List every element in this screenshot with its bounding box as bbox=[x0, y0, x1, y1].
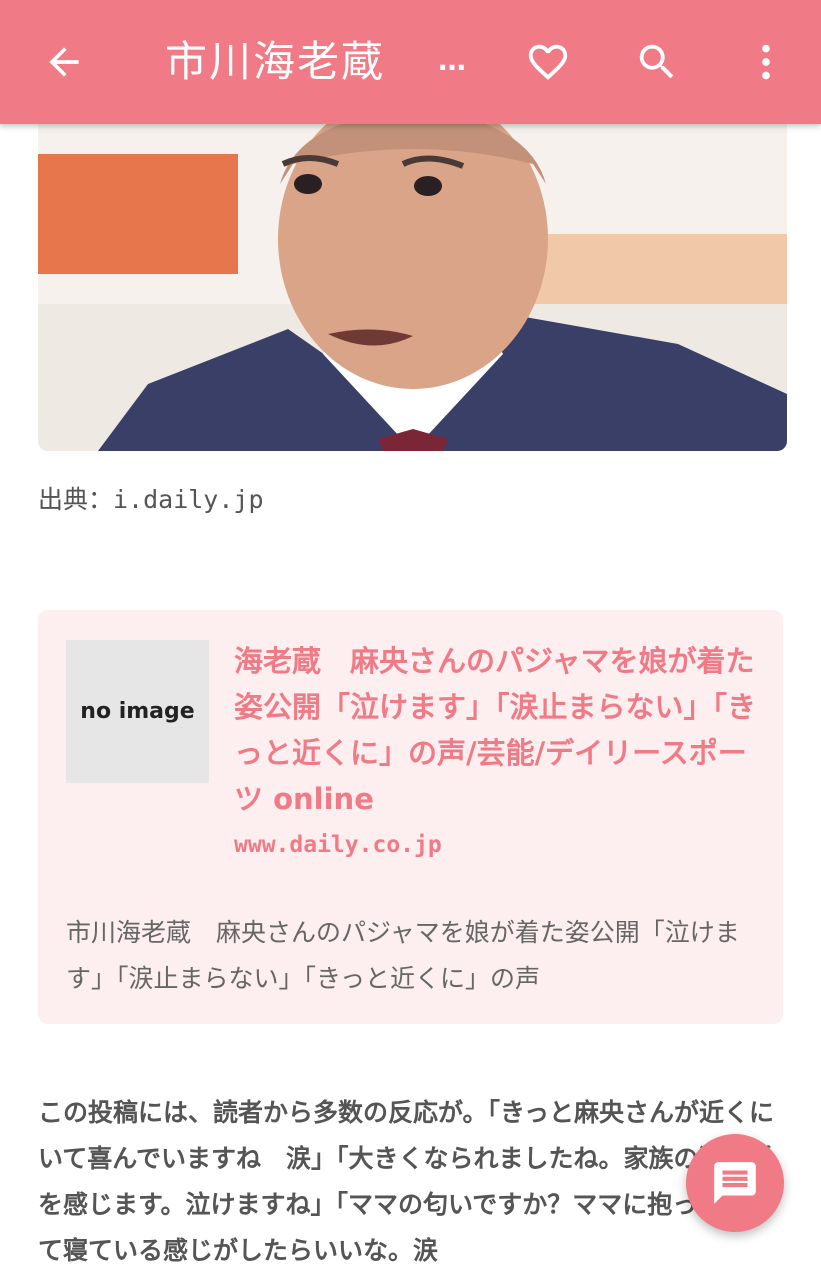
comment-fab[interactable] bbox=[686, 1134, 784, 1232]
page-title: 市川海老蔵 bbox=[165, 37, 386, 86]
link-card-description: 市川海老蔵 麻央さんのパジャマを娘が着た姿公開「泣けます」「涙止まらない」「きっ… bbox=[66, 918, 740, 993]
image-source-caption: 出典：i.daily.jp bbox=[38, 485, 264, 514]
link-card-title[interactable]: 海老蔵 麻央さんのパジャマを娘が着た姿公開「泣けます」「涙止まらない」「きっと近… bbox=[234, 638, 764, 822]
app-bar: 市川海老蔵 … bbox=[0, 0, 821, 124]
heart-outline-icon bbox=[528, 44, 568, 80]
search-icon bbox=[639, 44, 674, 79]
portrait-image bbox=[38, 124, 787, 451]
title-ellipsis: … bbox=[438, 44, 466, 77]
link-card-thumbnail: no image bbox=[66, 640, 209, 783]
more-menu-button[interactable] bbox=[726, 22, 806, 102]
link-card-domain: www.daily.co.jp bbox=[234, 832, 442, 858]
comment-icon bbox=[714, 1162, 756, 1204]
favorite-button[interactable] bbox=[508, 22, 588, 102]
back-button[interactable] bbox=[24, 22, 104, 102]
article-photo[interactable] bbox=[38, 124, 787, 451]
arrow-left-icon bbox=[49, 47, 79, 77]
article-paragraph: この投稿には、読者から多数の反応が。「きっと麻央さんが近くにいて喜んでいますね … bbox=[38, 1098, 775, 1265]
more-vert-icon bbox=[762, 44, 770, 80]
search-button[interactable] bbox=[617, 22, 697, 102]
link-card[interactable]: no image 海老蔵 麻央さんのパジャマを娘が着た姿公開「泣けます」「涙止ま… bbox=[38, 610, 783, 1024]
